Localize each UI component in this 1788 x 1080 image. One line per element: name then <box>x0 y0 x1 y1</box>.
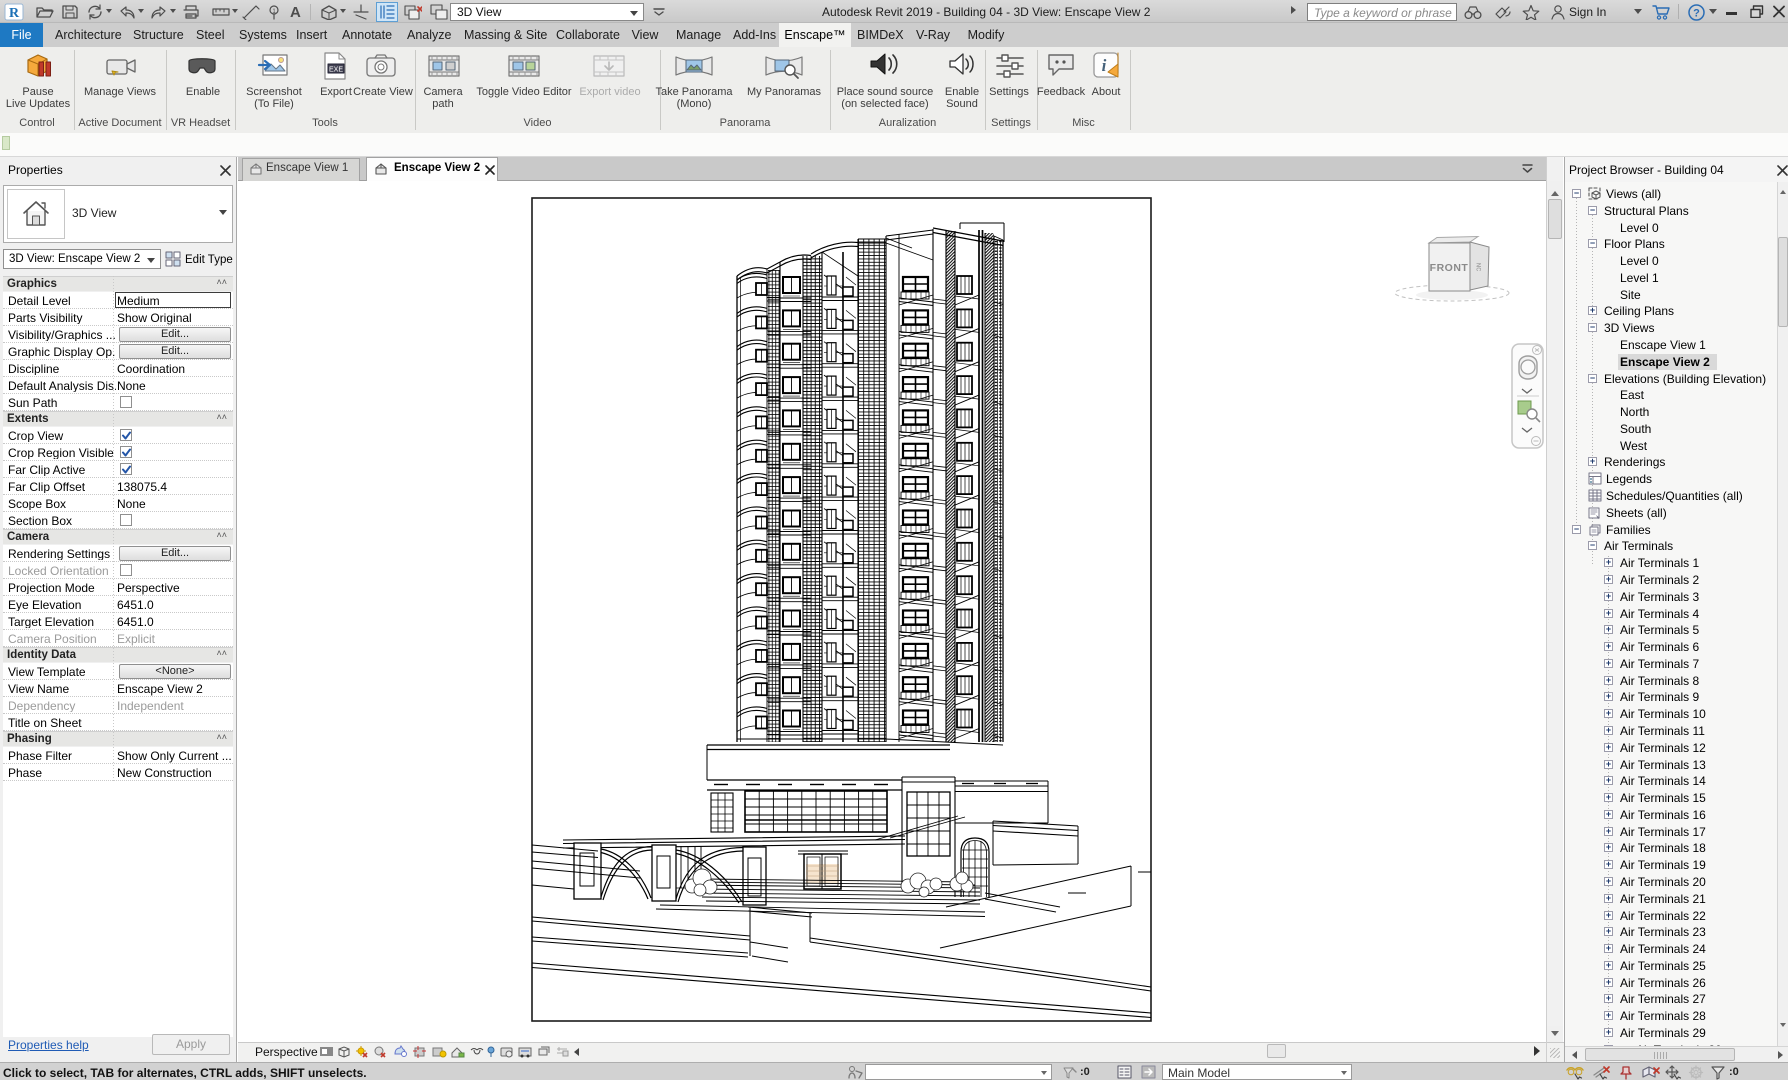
svg-text:ɔɴ: ɔɴ <box>1474 263 1483 271</box>
svg-text:?: ? <box>1693 8 1700 20</box>
svg-text:R: R <box>9 6 20 21</box>
svg-text:FRONT: FRONT <box>1430 262 1469 274</box>
svg-text:i: i <box>1102 56 1107 75</box>
svg-text:EXE: EXE <box>329 67 343 74</box>
